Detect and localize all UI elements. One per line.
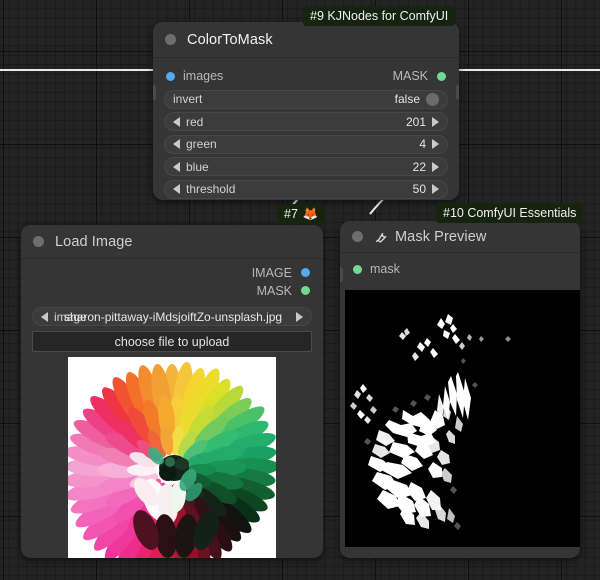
widget-blue-label: blue	[186, 159, 209, 174]
mask-preview-image	[345, 290, 580, 547]
output-slot-mask-label: MASK	[256, 283, 292, 298]
output-slot-image-dot[interactable]	[301, 268, 310, 277]
widget-image-value[interactable]: sharon-pittaway-iMdsjoiftZo-unsplash.jpg	[64, 310, 282, 324]
choose-file-to-upload-label: choose file to upload	[114, 334, 230, 349]
widget-image-combo[interactable]: image sharon-pittaway-iMdsjoiftZo-unspla…	[32, 307, 312, 326]
node-load-image-title: Load Image	[55, 233, 133, 250]
widget-invert[interactable]: invert false	[164, 89, 448, 109]
input-slot-mask-label: mask	[370, 262, 400, 276]
node-graph-canvas[interactable]: #9 KJNodes for ComfyUI ColorToMask image…	[0, 0, 600, 580]
increment-arrow-icon[interactable]	[432, 184, 439, 194]
input-slot-images-dot[interactable]	[166, 71, 175, 81]
node-badge-10-text: #10 ComfyUI Essentials	[443, 206, 577, 220]
widget-invert-toggle-knob[interactable]	[426, 92, 439, 106]
fox-emoji-icon: 🦊	[302, 206, 319, 221]
widget-threshold[interactable]: threshold 50	[164, 179, 448, 199]
link-stub-left	[153, 85, 156, 100]
previous-arrow-icon[interactable]	[41, 311, 48, 322]
decrement-arrow-icon[interactable]	[173, 139, 180, 149]
node-mask-preview-titlebar[interactable]: Mask Preview	[340, 221, 580, 253]
node-badge-10: #10 ComfyUI Essentials	[436, 203, 584, 223]
link-stub-left	[340, 267, 343, 282]
node-load-image-titlebar[interactable]: Load Image	[21, 225, 323, 259]
next-arrow-icon[interactable]	[296, 311, 303, 322]
slot-row-mask-out: MASK	[21, 282, 323, 299]
increment-arrow-icon[interactable]	[432, 161, 439, 172]
node-color-to-mask-titlebar[interactable]: ColorToMask	[153, 22, 459, 58]
input-slot-images-label: images	[183, 69, 224, 83]
collapse-dot-icon[interactable]	[33, 236, 44, 247]
node-badge-9-text: #9 KJNodes for ComfyUI	[310, 9, 449, 23]
node-badge-7: #7 🦊	[277, 204, 326, 224]
decrement-arrow-icon[interactable]	[173, 161, 180, 172]
node-color-to-mask-title: ColorToMask	[187, 31, 273, 48]
flower-image	[68, 357, 276, 558]
widget-blue[interactable]: blue 22	[164, 157, 448, 176]
widget-green-value[interactable]: 4	[419, 137, 426, 151]
slot-row-image-out: IMAGE	[21, 264, 323, 281]
node-load-image[interactable]: Load Image IMAGE MASK image sharon-pitta…	[21, 225, 323, 558]
decrement-arrow-icon[interactable]	[173, 116, 180, 127]
link-stub-right	[456, 85, 459, 100]
decrement-arrow-icon[interactable]	[173, 184, 180, 194]
output-slot-mask-label: MASK	[392, 69, 428, 83]
widget-red-value[interactable]: 201	[406, 115, 426, 129]
widget-blue-value[interactable]: 22	[413, 160, 426, 174]
widget-threshold-label: threshold	[186, 182, 236, 196]
widget-invert-label: invert	[173, 92, 203, 106]
load-image-preview	[68, 357, 276, 558]
node-mask-preview[interactable]: Mask Preview mask	[340, 221, 580, 558]
slot-row-mask-in: mask	[340, 260, 580, 278]
output-slot-image-label: IMAGE	[251, 265, 292, 280]
increment-arrow-icon[interactable]	[432, 139, 439, 149]
node-badge-9: #9 KJNodes for ComfyUI	[303, 6, 456, 26]
widget-red-label: red	[186, 114, 204, 129]
collapse-dot-icon[interactable]	[352, 231, 363, 242]
widget-image-text-area[interactable]: image sharon-pittaway-iMdsjoiftZo-unspla…	[54, 308, 290, 325]
collapse-dot-icon[interactable]	[165, 34, 176, 45]
widget-invert-value: false	[394, 92, 420, 106]
input-slot-mask-dot[interactable]	[353, 264, 362, 274]
node-color-to-mask[interactable]: ColorToMask images MASK invert false red…	[153, 22, 459, 200]
widget-red[interactable]: red 201	[164, 112, 448, 131]
slot-row-images-mask: images MASK	[153, 66, 459, 86]
widget-green-label: green	[186, 137, 217, 151]
node-color-to-mask-body: images MASK invert false red 201 green 4…	[153, 58, 459, 200]
node-badge-7-text: #7	[284, 207, 298, 221]
widget-threshold-value[interactable]: 50	[413, 182, 426, 196]
node-load-image-body: IMAGE MASK image sharon-pittaway-iMdsjoi…	[21, 259, 323, 558]
wrench-icon	[374, 230, 388, 244]
node-mask-preview-body: mask	[340, 253, 580, 557]
output-slot-mask-dot[interactable]	[301, 286, 310, 295]
widget-green[interactable]: green 4	[164, 134, 448, 154]
increment-arrow-icon[interactable]	[432, 116, 439, 127]
choose-file-to-upload-button[interactable]: choose file to upload	[32, 331, 312, 352]
output-slot-mask-dot[interactable]	[437, 71, 446, 81]
mask-bitmap	[345, 290, 580, 547]
node-mask-preview-title: Mask Preview	[395, 228, 487, 245]
